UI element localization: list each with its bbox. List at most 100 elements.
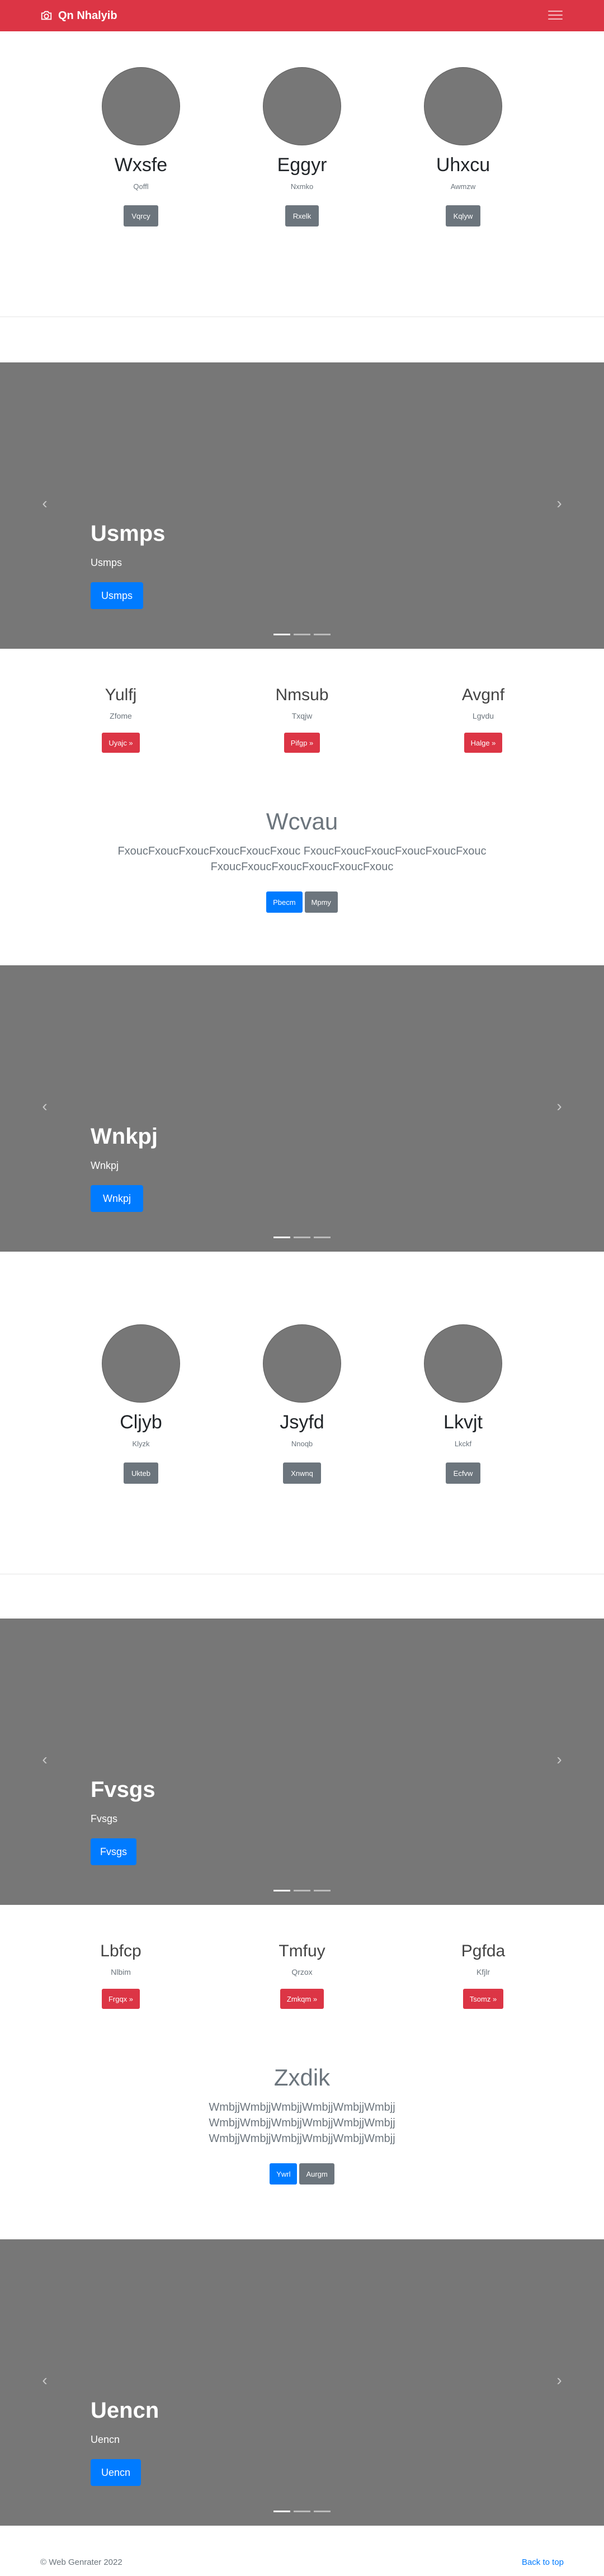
carousel-indicators xyxy=(0,634,604,635)
lead-line: FxoucFxoucFxoucFxoucFxoucFxouc xyxy=(210,861,394,873)
carousel-subtitle: Uencn xyxy=(91,2434,120,2445)
team-member: Uhxcu Awmzw Kqlyw xyxy=(383,67,544,227)
indicator[interactable] xyxy=(273,634,290,635)
carousel-3: ‹ › Fvsgs Fvsgs Fvsgs xyxy=(0,1619,604,1905)
feature-title: Pgfda xyxy=(461,1942,506,1960)
features-section-1: Yulfj Zfome Uyajc » Nmsub Txqjw Pifgp » … xyxy=(0,687,604,753)
carousel-subtitle: Wnkpj xyxy=(91,1160,119,1171)
carousel-indicators xyxy=(0,1237,604,1238)
chevron-left-icon[interactable]: ‹ xyxy=(38,1752,51,1767)
feature-button[interactable]: Halge » xyxy=(464,733,503,753)
carousel-button[interactable]: Usmps xyxy=(91,582,143,609)
member-subtitle: Nnoqb xyxy=(291,1440,313,1448)
footer: © Web Genrater 2022 Back to top xyxy=(0,2548,604,2576)
primary-button[interactable]: Ywrl xyxy=(270,2163,298,2185)
carousel-1: ‹ › Usmps Usmps Usmps xyxy=(0,362,604,649)
member-button[interactable]: Ecfvw xyxy=(445,1462,481,1484)
feature-button[interactable]: Frgqx » xyxy=(101,1989,140,2009)
chevron-left-icon[interactable]: ‹ xyxy=(38,496,51,511)
chevron-left-icon[interactable]: ‹ xyxy=(38,1098,51,1114)
indicator[interactable] xyxy=(273,1890,290,1891)
feature-button[interactable]: Tsomz » xyxy=(463,1989,504,2009)
team-member: Wxsfe Qoffl Vqrcy xyxy=(60,67,221,227)
secondary-button[interactable]: Mpmy xyxy=(304,891,338,913)
chevron-right-icon[interactable]: › xyxy=(553,1098,566,1114)
member-name: Cljyb xyxy=(120,1412,162,1433)
member-button[interactable]: Xnwnq xyxy=(283,1462,321,1484)
secondary-button[interactable]: Aurgm xyxy=(299,2163,334,2185)
carousel-button[interactable]: Uencn xyxy=(91,2459,141,2486)
lead-line: FxoucFxoucFxoucFxoucFxoucFxouc FxoucFxou… xyxy=(117,845,487,857)
feature-button[interactable]: Uyajc » xyxy=(102,733,140,753)
feature-title: Nmsub xyxy=(275,686,329,704)
feature-button[interactable]: Pifgp » xyxy=(284,733,320,753)
team-member: Lkvjt Lkckf Ecfvw xyxy=(383,1324,544,1484)
feature-title: Avgnf xyxy=(461,686,505,704)
member-button[interactable]: Rxelk xyxy=(285,205,319,227)
indicator[interactable] xyxy=(273,1237,290,1238)
navbar: Qn Nhalyib xyxy=(0,0,604,31)
indicator[interactable] xyxy=(314,2511,331,2512)
chevron-left-icon[interactable]: ‹ xyxy=(38,2372,51,2388)
avatar xyxy=(263,1324,341,1403)
navbar-brand[interactable]: Qn Nhalyib xyxy=(40,10,117,22)
feature-subtitle: Kfjlr xyxy=(476,1968,490,1976)
avatar xyxy=(424,67,502,145)
indicator[interactable] xyxy=(294,1237,310,1238)
lead-line: WmbjjWmbjjWmbjjWmbjjWmbjjWmbjj xyxy=(209,2132,395,2145)
carousel-button[interactable]: Wnkpj xyxy=(91,1185,143,1212)
hamburger-icon[interactable] xyxy=(547,8,564,22)
feature: Nmsub Txqjw Pifgp » xyxy=(211,687,393,753)
carousel-title: Uencn xyxy=(91,2398,159,2423)
member-name: Uhxcu xyxy=(436,154,490,176)
avatar xyxy=(102,1324,180,1403)
member-name: Eggyr xyxy=(277,154,327,176)
indicator[interactable] xyxy=(273,2511,290,2512)
member-button[interactable]: Ukteb xyxy=(124,1462,158,1484)
back-to-top-link[interactable]: Back to top xyxy=(522,2558,564,2567)
carousel-button[interactable]: Fvsgs xyxy=(91,1838,136,1865)
indicator[interactable] xyxy=(314,1890,331,1891)
jumbotron-title: Zxdik xyxy=(273,2064,331,2091)
carousel-4: ‹ › Uencn Uencn Uencn xyxy=(0,2239,604,2526)
member-subtitle: Nxmko xyxy=(290,182,314,191)
feature: Yulfj Zfome Uyajc » xyxy=(30,687,211,753)
chevron-right-icon[interactable]: › xyxy=(553,496,566,511)
indicator[interactable] xyxy=(294,1890,310,1891)
carousel-title: Usmps xyxy=(91,521,166,546)
indicator[interactable] xyxy=(294,2511,310,2512)
features-section-2: Lbfcp Nlbim Frgqx » Tmfuy Qrzox Zmkqm » … xyxy=(0,1943,604,2009)
carousel-caption: Wnkpj Wnkpj Wnkpj xyxy=(91,1125,158,1212)
carousel-title: Fvsgs xyxy=(91,1777,155,1802)
chevron-right-icon[interactable]: › xyxy=(553,1752,566,1767)
member-button[interactable]: Kqlyw xyxy=(445,205,481,227)
member-subtitle: Klyzk xyxy=(132,1440,150,1448)
indicator[interactable] xyxy=(314,634,331,635)
indicator[interactable] xyxy=(314,1237,331,1238)
feature-title: Yulfj xyxy=(105,686,137,704)
camera-icon xyxy=(41,11,52,20)
avatar xyxy=(424,1324,502,1403)
carousel-title: Wnkpj xyxy=(91,1124,158,1149)
feature-button[interactable]: Zmkqm » xyxy=(280,1989,324,2009)
primary-button[interactable]: Pbecm xyxy=(266,891,303,913)
jumbotron-title: Wcvau xyxy=(266,808,338,834)
feature-subtitle: Zfome xyxy=(110,711,132,720)
feature: Pgfda Kfjlr Tsomz » xyxy=(393,1943,574,2009)
carousel-indicators xyxy=(0,1890,604,1891)
team-member: Cljyb Klyzk Ukteb xyxy=(60,1324,221,1484)
jumbotron-2: Zxdik WmbjjWmbjjWmbjjWmbjjWmbjjWmbjj Wmb… xyxy=(0,2066,604,2185)
indicator[interactable] xyxy=(294,634,310,635)
feature-title: Lbfcp xyxy=(100,1942,141,1960)
chevron-right-icon[interactable]: › xyxy=(553,2372,566,2388)
carousel-caption: Fvsgs Fvsgs Fvsgs xyxy=(91,1778,155,1865)
lead-line: WmbjjWmbjjWmbjjWmbjjWmbjjWmbjj xyxy=(209,2117,395,2129)
member-button[interactable]: Vqrcy xyxy=(124,205,158,227)
feature: Tmfuy Qrzox Zmkqm » xyxy=(211,1943,393,2009)
carousel-caption: Uencn Uencn Uencn xyxy=(91,2399,159,2486)
team-member: Eggyr Nxmko Rxelk xyxy=(221,67,383,227)
lead-line: WmbjjWmbjjWmbjjWmbjjWmbjjWmbjj xyxy=(209,2101,395,2113)
member-name: Lkvjt xyxy=(443,1412,483,1433)
avatar xyxy=(263,67,341,145)
feature-subtitle: Qrzox xyxy=(291,1968,313,1976)
